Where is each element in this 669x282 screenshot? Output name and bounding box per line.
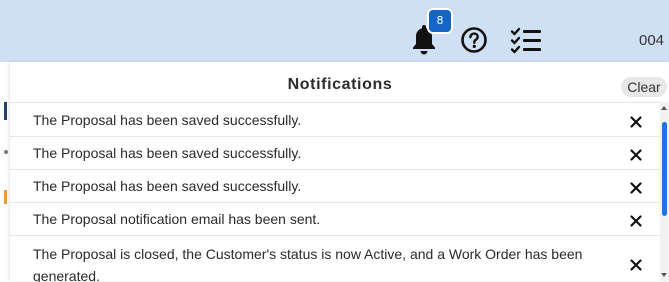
notification-text: The Proposal has been saved successfully… [33, 145, 302, 161]
close-icon[interactable] [629, 258, 643, 272]
background-navy-mark [4, 102, 7, 120]
close-icon[interactable] [629, 214, 643, 228]
notification-item: The Proposal has been saved successfully… [10, 169, 660, 203]
close-icon[interactable] [629, 115, 643, 129]
scroll-up-arrow-icon[interactable] [661, 106, 667, 110]
notifications-panel: Notifications Clear The Proposal has bee… [10, 62, 669, 282]
help-circle-icon[interactable] [460, 26, 488, 54]
notification-text: The Proposal has been saved successfully… [33, 112, 302, 128]
notification-text: The Proposal is closed, the Customer's s… [33, 246, 583, 282]
panel-title: Notifications [287, 76, 393, 93]
background-page-edge [0, 62, 10, 281]
scroll-down-arrow-icon[interactable] [661, 273, 667, 277]
top-header-bar: 8 004 [0, 0, 669, 62]
clear-button[interactable]: Clear [621, 77, 667, 97]
user-code[interactable]: 004 [639, 32, 664, 49]
scrollbar-thumb[interactable] [662, 122, 667, 216]
close-icon[interactable] [629, 181, 643, 195]
scrollbar[interactable] [660, 102, 669, 281]
close-icon[interactable] [629, 148, 643, 162]
notification-text: The Proposal has been saved successfully… [33, 178, 302, 194]
notification-item: The Proposal has been saved successfully… [10, 103, 660, 137]
checklist-icon[interactable] [510, 26, 542, 54]
background-gray-dot [4, 150, 8, 154]
notification-count-badge: 8 [427, 8, 453, 34]
notification-text: The Proposal notification email has been… [33, 211, 321, 227]
notification-item: The Proposal is closed, the Customer's s… [10, 235, 660, 282]
background-orange-mark [4, 190, 7, 204]
notification-list[interactable]: The Proposal has been saved successfully… [10, 102, 660, 282]
notification-item: The Proposal notification email has been… [10, 202, 660, 236]
notification-item: The Proposal has been saved successfully… [10, 136, 660, 170]
